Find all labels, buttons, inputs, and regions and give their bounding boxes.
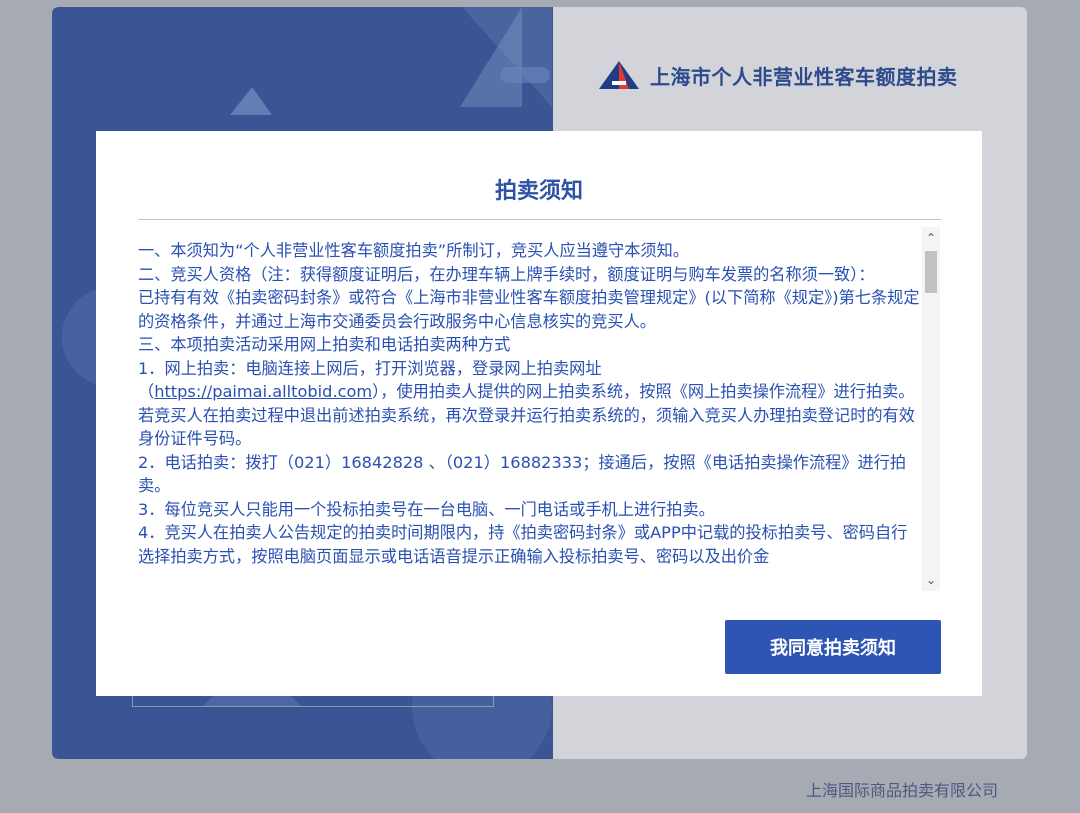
notice-scroll-area[interactable]: 一、本须知为“个人非营业性客车额度拍卖”所制订，竞买人应当遵守本须知。 二、竞买… <box>138 234 941 594</box>
notice-line: 二、竞买人资格（注：获得额度证明后，在办理车辆上牌手续时，额度证明与购车发票的名… <box>138 264 875 284</box>
notice-line: 三、本项拍卖活动采用网上拍卖和电话拍卖两种方式 <box>138 335 511 354</box>
notice-line: 一、本须知为“个人非营业性客车额度拍卖”所制订，竞买人应当遵守本须知。 <box>138 241 689 260</box>
notice-text: 一、本须知为“个人非营业性客车额度拍卖”所制订，竞买人应当遵守本须知。 二、竞买… <box>138 239 923 568</box>
modal-title: 拍卖须知 <box>494 179 583 204</box>
notice-line: 2．电话拍卖：拨打（021）16842828 、（021）16882333；接通… <box>138 452 907 496</box>
notice-line: 1．网上拍卖：电脑连接上网后，打开浏览器，登录网上拍卖网址 <box>138 358 602 378</box>
brand-title: 上海市个人非营业性客车额度拍卖 <box>650 64 958 89</box>
notice-line: 已持有有效《拍卖密码封条》或符合《上海市非营业性客车额度拍卖管理规定》(以下简称… <box>138 288 920 331</box>
notice-line-with-link: （https://paimai.alltobid.com），使用拍卖人提供的网上… <box>138 380 923 451</box>
scroll-up-arrow-icon[interactable]: ⌃ <box>922 229 940 247</box>
auction-notice-modal: 拍卖须知 一、本须知为“个人非营业性客车额度拍卖”所制订，竞买人应当遵守本须知。… <box>96 131 982 696</box>
auction-logo-icon <box>599 61 639 89</box>
link-prefix: （ <box>138 382 155 401</box>
notice-line: 3．每位竞买人只能用一个投标拍卖号在一台电脑、一门电话或手机上进行拍卖。 <box>138 499 715 519</box>
scroll-thumb[interactable] <box>925 251 937 293</box>
title-divider <box>138 219 941 220</box>
agree-notice-button[interactable]: 我同意拍卖须知 <box>725 620 941 674</box>
scroll-down-arrow-icon[interactable]: ⌄ <box>922 571 940 589</box>
auction-website-link[interactable]: https://paimai.alltobid.com <box>154 382 372 401</box>
brand-header: 上海市个人非营业性客车额度拍卖 <box>598 55 958 95</box>
company-name: 上海国际商品拍卖有限公司 <box>805 781 998 800</box>
notice-line: 4．竞买人在拍卖人公告规定的拍卖时间期限内，持《拍卖密码封条》或APP中记载的投… <box>138 523 908 566</box>
notice-scrollbar[interactable]: ⌃ ⌄ <box>922 227 940 591</box>
